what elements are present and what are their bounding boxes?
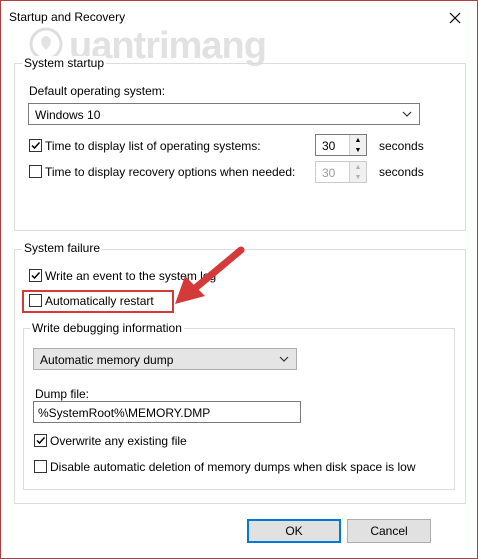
- spin-down-icon[interactable]: ▼: [350, 145, 366, 155]
- dump-type-value: Automatic memory dump: [40, 353, 174, 367]
- dump-file-label: Dump file:: [35, 387, 90, 401]
- cancel-label: Cancel: [370, 524, 408, 538]
- write-event-checkbox[interactable]: [29, 269, 42, 282]
- display-list-value: 30: [322, 139, 336, 153]
- display-recovery-unit: seconds: [379, 165, 424, 179]
- display-list-checkbox[interactable]: [29, 139, 42, 152]
- cancel-button[interactable]: Cancel: [347, 519, 431, 543]
- spinner-arrows[interactable]: ▲ ▼: [349, 162, 366, 182]
- spinner-arrows[interactable]: ▲ ▼: [349, 135, 366, 155]
- display-recovery-label: Time to display recovery options when ne…: [45, 165, 296, 179]
- checkmark-icon: [31, 271, 41, 280]
- ok-label: OK: [285, 524, 303, 538]
- display-list-label: Time to display list of operating system…: [45, 139, 261, 153]
- close-button[interactable]: [443, 7, 467, 29]
- display-recovery-spinner[interactable]: 30 ▲ ▼: [315, 161, 367, 183]
- checkmark-icon: [36, 436, 46, 445]
- dump-file-input[interactable]: %SystemRoot%\MEMORY.DMP: [33, 401, 301, 423]
- title-bar: Startup and Recovery: [1, 1, 477, 34]
- display-list-unit: seconds: [379, 139, 424, 153]
- debug-info-label: Write debugging information: [30, 321, 184, 335]
- display-list-spinner[interactable]: 30 ▲ ▼: [315, 134, 367, 156]
- spin-down-icon[interactable]: ▼: [350, 172, 366, 182]
- dump-type-select[interactable]: Automatic memory dump: [33, 348, 297, 370]
- chevron-down-icon: [279, 356, 289, 362]
- annotation-arrow-icon: [175, 246, 245, 304]
- startup-recovery-dialog: Startup and Recovery uantrimang System s…: [0, 0, 478, 559]
- default-os-value: Windows 10: [35, 108, 101, 122]
- display-recovery-checkbox[interactable]: [29, 165, 42, 178]
- system-failure-label: System failure: [22, 241, 103, 255]
- default-os-label: Default operating system:: [29, 84, 166, 98]
- system-startup-label: System startup: [22, 56, 107, 70]
- overwrite-label: Overwrite any existing file: [50, 434, 187, 448]
- window-title: Startup and Recovery: [9, 10, 126, 24]
- disable-deletion-checkbox[interactable]: [34, 460, 47, 473]
- annotation-highlight-box: [22, 290, 174, 313]
- ok-button[interactable]: OK: [247, 519, 341, 543]
- display-recovery-value: 30: [322, 166, 336, 180]
- dump-file-value: %SystemRoot%\MEMORY.DMP: [38, 406, 211, 420]
- disable-deletion-label: Disable automatic deletion of memory dum…: [50, 460, 416, 474]
- overwrite-checkbox[interactable]: [34, 434, 47, 447]
- default-os-select[interactable]: Windows 10: [28, 103, 420, 125]
- close-icon: [449, 12, 461, 24]
- spin-up-icon[interactable]: ▲: [350, 162, 366, 172]
- chevron-down-icon: [402, 111, 412, 117]
- checkmark-icon: [31, 141, 41, 150]
- spin-up-icon[interactable]: ▲: [350, 135, 366, 145]
